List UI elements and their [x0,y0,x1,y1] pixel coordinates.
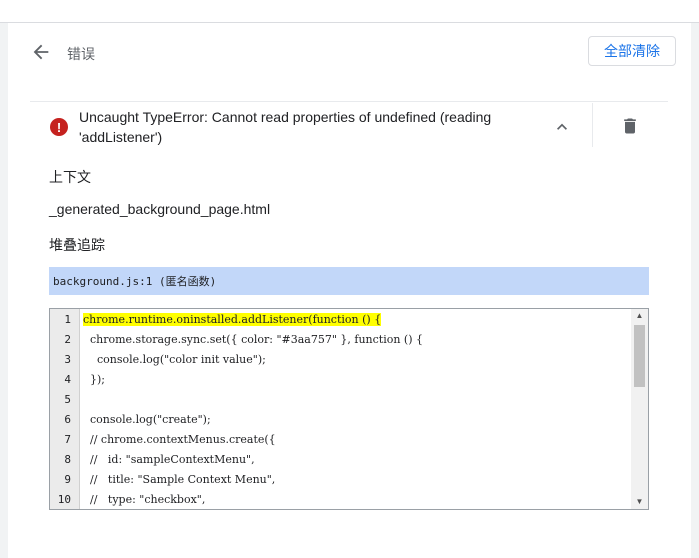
line-number: 10 [57,493,71,506]
divider-vertical [592,103,593,147]
line-number: 4 [64,373,71,386]
code-line: // type: "checkbox", [83,490,206,509]
error-card: 错误 全部清除 ! Uncaught TypeError: Cannot rea… [8,23,691,558]
divider [30,101,668,102]
line-number: 6 [64,413,71,426]
line-number: 5 [64,393,71,406]
line-number: 8 [64,453,71,466]
code-line: chrome.storage.sync.set({ color: "#3aa75… [83,330,423,350]
context-value: _generated_background_page.html [49,201,271,217]
code-viewer[interactable]: 1 chrome.runtime.oninstalled.addListener(… [49,308,649,510]
scroll-up-icon[interactable]: ▲ [631,309,648,323]
code-line-text: console.log("color init value"); [83,353,266,366]
chevron-up-icon[interactable] [552,117,572,137]
code-line: console.log("create"); [83,410,211,430]
code-line: // chrome.contextMenus.create({ [83,430,276,450]
scroll-thumb[interactable] [634,325,645,387]
stack-frame[interactable]: background.js:1 (匿名函数) [49,267,649,295]
page-title: 错误 [67,46,95,62]
line-number: 1 [64,313,71,326]
back-arrow-icon[interactable] [30,41,52,63]
code-line: // title: "Sample Context Menu", [83,470,275,490]
trash-icon[interactable] [620,116,640,136]
scrollbar[interactable]: ▲ ▼ [631,309,648,509]
error-message-line1: Uncaught TypeError: Cannot read properti… [79,109,492,125]
context-label: 上下文 [49,169,91,185]
top-strip [0,0,699,23]
code-line: console.log("color init value"); [83,350,266,370]
line-number: 2 [64,333,71,346]
code-line-text: chrome.storage.sync.set({ color: "#3aa75… [83,333,424,346]
error-icon: ! [50,118,68,136]
code-line-text: }); [83,373,105,386]
stack-label: 堆叠追踪 [49,237,105,253]
stack-frame-text: background.js:1 (匿名函数) [53,275,217,288]
code-line-text: // chrome.contextMenus.create({ [83,433,276,446]
code-line-text: // type: "checkbox", [83,493,206,506]
code-line-text: // id: "sampleContextMenu", [83,453,255,466]
code-line: chrome.runtime.oninstalled.addListener(f… [83,310,382,330]
clear-all-button[interactable]: 全部清除 [588,36,676,66]
line-number: 7 [64,433,71,446]
line-number: 9 [64,473,71,486]
code-line: // id: "sampleContextMenu", [83,450,255,470]
code-line-text: // title: "Sample Context Menu", [83,473,276,486]
code-line-text: console.log("create"); [83,413,211,426]
scroll-down-icon[interactable]: ▼ [631,495,648,509]
error-message: Uncaught TypeError: Cannot read properti… [79,107,499,147]
error-message-line2: 'addListener') [79,129,163,145]
code-line: }); [83,370,105,390]
line-number: 3 [64,353,71,366]
code-line-text: chrome.runtime.oninstalled.addListener(f… [83,313,382,326]
